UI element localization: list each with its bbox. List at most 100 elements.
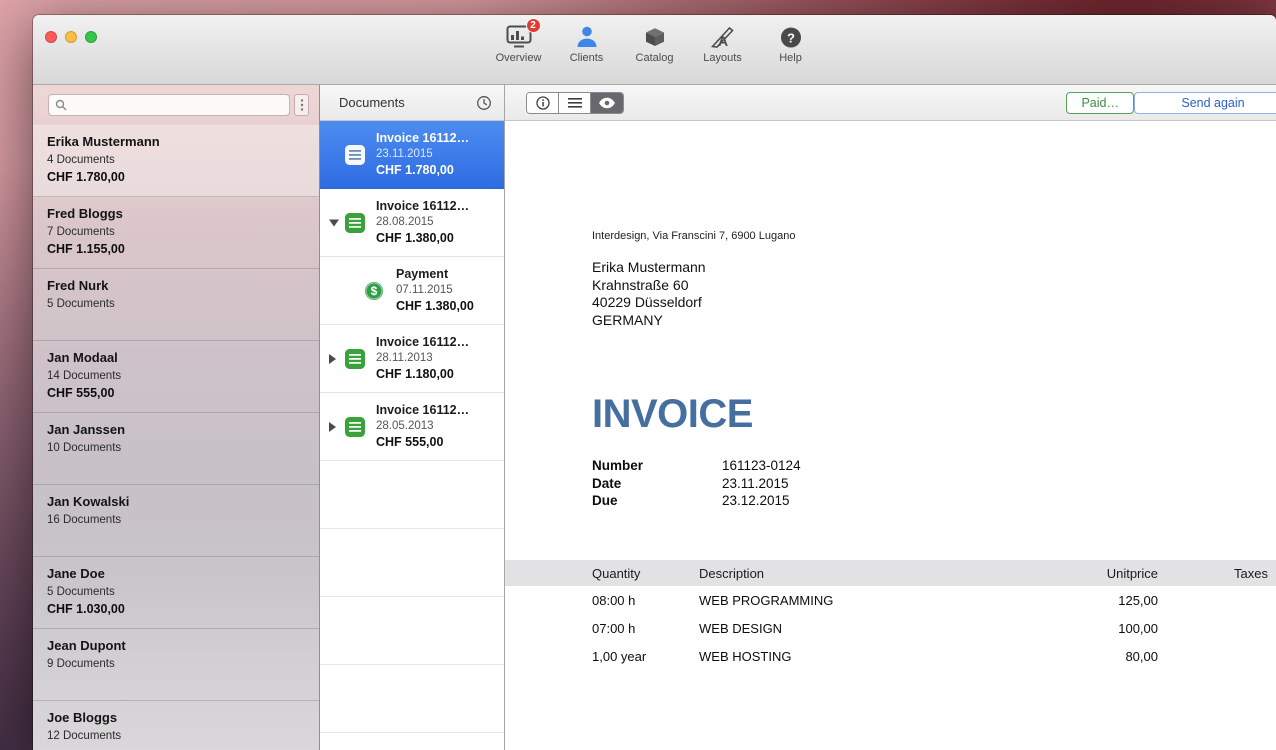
client-doc-count: 9 Documents <box>47 658 305 670</box>
document-text: Invoice 16112… 28.05.2013 CHF 555,00 <box>376 403 500 449</box>
documents-panel: Documents Invoice 16112… 23.11.2015 CHF … <box>320 85 505 750</box>
document-date: 23.11.2015 <box>376 148 500 160</box>
document-text: Invoice 16112… 28.08.2015 CHF 1.380,00 <box>376 199 500 245</box>
client-name: Jean Dupont <box>47 638 305 653</box>
client-row-fred-bloggs[interactable]: Fred Bloggs 7 Documents CHF 1.155,00 <box>33 197 319 269</box>
preview-toolbar: Paid… Send again <box>505 85 1276 121</box>
search-row <box>33 85 319 125</box>
client-name: Jan Kowalski <box>47 494 305 509</box>
cell-quantity: 08:00 h <box>592 593 699 608</box>
sort-options-button[interactable] <box>294 94 309 116</box>
client-row-jean-dupont[interactable]: Jean Dupont 9 Documents <box>33 629 319 701</box>
svg-text:$: $ <box>371 284 378 298</box>
client-name: Fred Nurk <box>47 278 305 293</box>
document-row-invoice-2[interactable]: Invoice 16112… 28.08.2015 CHF 1.380,00 <box>320 189 504 257</box>
clients-sidebar: Erika Mustermann 4 Documents CHF 1.780,0… <box>33 85 320 750</box>
invoice-meta: Number 161123-0124 Date 23.11.2015 Due 2… <box>592 457 801 510</box>
document-title: Invoice 16112… <box>376 199 500 213</box>
cell-unitprice: 80,00 <box>994 649 1158 664</box>
client-name: Jan Janssen <box>47 422 305 437</box>
cell-unitprice: 125,00 <box>994 593 1158 608</box>
document-title: Invoice 16112… <box>376 335 500 349</box>
toolbar-catalog[interactable]: Catalog <box>625 22 685 64</box>
client-doc-count: 7 Documents <box>47 226 305 238</box>
search-field[interactable] <box>48 94 290 116</box>
client-row-fred-nurk[interactable]: Fred Nurk 5 Documents <box>33 269 319 341</box>
meta-label: Number <box>592 457 722 475</box>
cell-unitprice: 100,00 <box>994 621 1158 636</box>
client-name: Jan Modaal <box>47 350 305 365</box>
document-amount: CHF 555,00 <box>376 435 500 449</box>
search-input[interactable] <box>71 98 283 112</box>
documents-title: Documents <box>339 95 476 110</box>
client-row-jan-janssen[interactable]: Jan Janssen 10 Documents <box>33 413 319 485</box>
client-row-jan-kowalski[interactable]: Jan Kowalski 16 Documents <box>33 485 319 557</box>
cell-quantity: 07:00 h <box>592 621 699 636</box>
main-toolbar: 2 Overview Clients Catalog A La <box>33 22 1276 64</box>
client-row-jan-modaal[interactable]: Jan Modaal 14 Documents CHF 555,00 <box>33 341 319 413</box>
disclosure-triangle-collapsed[interactable] <box>329 354 336 364</box>
empty-row <box>320 665 504 733</box>
document-row-invoice-3[interactable]: Invoice 16112… 28.11.2013 CHF 1.180,00 <box>320 325 504 393</box>
meta-value: 23.11.2015 <box>722 475 801 493</box>
document-title: Invoice 16112… <box>376 131 500 145</box>
client-name: Erika Mustermann <box>47 134 305 149</box>
table-row: 1,00 year WEB HOSTING 80,00 <box>505 642 1276 670</box>
help-icon: ? <box>780 22 802 49</box>
document-date: 28.08.2015 <box>376 216 500 228</box>
paid-button[interactable]: Paid… <box>1066 92 1134 114</box>
document-title: Invoice 16112… <box>376 403 500 417</box>
disclosure-triangle-expanded[interactable] <box>329 219 339 226</box>
info-view-segment[interactable] <box>527 93 559 113</box>
client-list: Erika Mustermann 4 Documents CHF 1.780,0… <box>33 125 319 750</box>
document-row-invoice-4[interactable]: Invoice 16112… 28.05.2013 CHF 555,00 <box>320 393 504 461</box>
disclosure-triangle-collapsed[interactable] <box>329 422 336 432</box>
table-row: 07:00 h WEB DESIGN 100,00 <box>505 614 1276 642</box>
list-view-segment[interactable] <box>559 93 591 113</box>
client-amount: CHF 1.780,00 <box>47 170 305 184</box>
cell-description: WEB DESIGN <box>699 621 994 636</box>
meta-value: 161123-0124 <box>722 457 801 475</box>
toolbar-overview[interactable]: 2 Overview <box>489 22 549 64</box>
preview-panel: Paid… Send again Interdesign, Via Fransc… <box>505 85 1276 750</box>
client-doc-count: 16 Documents <box>47 514 305 526</box>
document-list: Invoice 16112… 23.11.2015 CHF 1.780,00 I… <box>320 121 504 750</box>
recipient-line: Erika Mustermann <box>592 259 706 277</box>
client-row-erika-mustermann[interactable]: Erika Mustermann 4 Documents CHF 1.780,0… <box>33 125 319 197</box>
eye-icon <box>598 97 616 109</box>
column-header-quantity: Quantity <box>592 566 699 581</box>
overview-icon: 2 <box>506 22 532 49</box>
column-header-taxes: Taxes <box>1158 566 1268 581</box>
preview-view-segment[interactable] <box>591 93 623 113</box>
client-doc-count: 5 Documents <box>47 298 305 310</box>
client-row-joe-bloggs[interactable]: Joe Bloggs 12 Documents <box>33 701 319 750</box>
clock-icon <box>476 95 492 111</box>
document-row-invoice-1[interactable]: Invoice 16112… 23.11.2015 CHF 1.780,00 <box>320 121 504 189</box>
dots-icon <box>300 98 304 112</box>
toolbar-help[interactable]: ? Help <box>761 22 821 64</box>
documents-header: Documents <box>320 85 504 121</box>
invoice-document-icon <box>344 212 366 234</box>
document-row-payment[interactable]: $ Payment 07.11.2015 CHF 1.380,00 <box>320 257 504 325</box>
empty-row <box>320 597 504 665</box>
toolbar-clients[interactable]: Clients <box>557 22 617 64</box>
cell-description: WEB PROGRAMMING <box>699 593 994 608</box>
cell-quantity: 1,00 year <box>592 649 699 664</box>
send-again-button[interactable]: Send again <box>1134 92 1276 114</box>
client-row-jane-doe[interactable]: Jane Doe 5 Documents CHF 1.030,00 <box>33 557 319 629</box>
sender-line: Interdesign, Via Franscini 7, 6900 Lugan… <box>592 230 795 242</box>
document-date: 07.11.2015 <box>396 284 500 296</box>
client-name: Fred Bloggs <box>47 206 305 221</box>
layouts-icon: A <box>710 22 735 49</box>
search-icon <box>55 99 67 111</box>
toolbar-layouts[interactable]: A Layouts <box>693 22 753 64</box>
invoice-page: Interdesign, Via Franscini 7, 6900 Lugan… <box>505 121 1276 750</box>
table-row: 08:00 h WEB PROGRAMMING 125,00 <box>505 586 1276 614</box>
titlebar: 2 Overview Clients Catalog A La <box>33 15 1276 85</box>
svg-text:A: A <box>718 33 728 49</box>
document-amount: CHF 1.380,00 <box>396 299 500 313</box>
meta-value: 23.12.2015 <box>722 492 801 510</box>
invoice-document-icon <box>344 416 366 438</box>
history-filter-button[interactable] <box>476 95 492 111</box>
empty-row <box>320 529 504 597</box>
